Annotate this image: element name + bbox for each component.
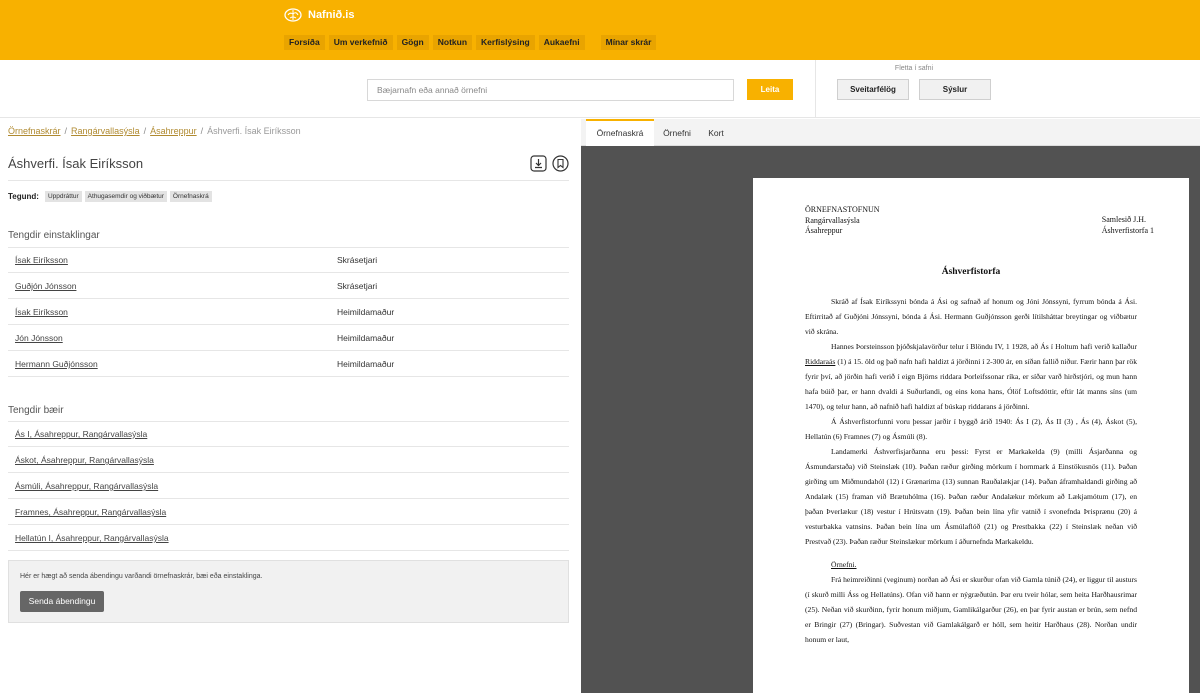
table-row: Framnes, Ásahreppur, Rangárvallasýsla	[8, 499, 569, 525]
table-row: Hellatún I, Ásahreppur, Rangárvallasýsla	[8, 525, 569, 551]
tag-ornefnaskra: Örnefnaskrá	[169, 191, 212, 202]
document-viewer: Örnefnaskrá Örnefni Kort ÖRNEFNASTOFNUN …	[581, 119, 1200, 693]
nav-forsida[interactable]: Forsíða	[284, 35, 325, 50]
browse-label: Fletta í safni	[894, 65, 934, 72]
divider	[8, 180, 569, 181]
doc-paragraph: Hannes Þorsteinsson þjóðskjalavörður tel…	[805, 339, 1137, 414]
table-row: Ísak Eiríksson Skrásetjari	[8, 247, 569, 273]
send-feedback-button[interactable]: Senda ábendingu	[20, 591, 104, 612]
search-area: Bæjarnafn eða annað örnefni Leita Fletta…	[0, 60, 1200, 118]
doc-subheading: Örnefni.	[831, 560, 857, 569]
breadcrumb-current: Áshverfi. Ísak Eiríksson	[207, 126, 301, 136]
doc-text: (1) á 15. öld og það nafn hafi haldizt á…	[805, 357, 1137, 411]
breadcrumb-link[interactable]: Ásahreppur	[150, 126, 197, 136]
feedback-box: Hér er hægt að senda ábendingu varðandi …	[8, 560, 569, 623]
farms-section-title: Tengdir bæir	[8, 405, 64, 416]
tab-kort[interactable]: Kort	[701, 119, 731, 146]
person-role: Heimildamaður	[337, 359, 395, 369]
table-row: Hermann Guðjónsson Heimildamaður	[8, 351, 569, 377]
browse-sveitarfelog-button[interactable]: Sveitarfélög	[837, 79, 909, 100]
nav-notkun[interactable]: Notkun	[432, 35, 473, 50]
person-role: Heimildamaður	[337, 307, 395, 317]
viewer-tabs: Örnefnaskrá Örnefni Kort	[581, 119, 1200, 146]
breadcrumb: Örnefnaskrár / Rangárvallasýsla / Ásahreppur…	[8, 126, 301, 136]
document-title: Áshverfistorfa	[941, 267, 1001, 277]
person-link[interactable]: Ísak Eiríksson	[15, 307, 68, 317]
logo-text: Nafnið.is	[308, 9, 355, 21]
main-nav: Forsíða Um verkefnið Gögn Notkun Kerfisl…	[284, 35, 657, 50]
nav-minar-skrar[interactable]: Mínar skrár	[600, 35, 657, 50]
person-role: Skrásetjari	[337, 255, 378, 265]
brain-logo-icon	[284, 8, 302, 22]
table-row: Ás I, Ásahreppur, Rangárvallasýsla	[8, 421, 569, 447]
document-page[interactable]: ÖRNEFNASTOFNUN Rangárvallasýsla Ásahrepp…	[753, 178, 1189, 693]
doc-head-line: Samlesið J.H.	[1101, 215, 1147, 224]
farm-link[interactable]: Ásmúli, Ásahreppur, Rangárvallasýsla	[15, 481, 158, 491]
person-role: Heimildamaður	[337, 333, 395, 343]
doc-paragraph: Frá heimreiðinni (veginum) norðan að Ási…	[805, 575, 1137, 644]
doc-head-line: Áshverfistorfa 1	[1101, 225, 1154, 235]
tag-athugasemdir: Athugasemdir og viðbætur	[84, 191, 167, 202]
document-header-right: Samlesið J.H. Áshverfistorfa 1	[1102, 215, 1154, 236]
browse-syslur-button[interactable]: Sýslur	[919, 79, 991, 100]
person-link[interactable]: Guðjón Jónsson	[15, 281, 76, 291]
doc-head-line: Rangárvallasýsla	[805, 215, 860, 225]
document-body: Skráð af Ísak Eiríkssyni bónda á Ási og …	[805, 294, 1137, 647]
tag-uppdrattur: Uppdráttur	[44, 191, 82, 202]
top-header: Nafnið.is Forsíða Um verkefnið Gögn Notk…	[0, 0, 1200, 60]
tab-ornefnaskra[interactable]: Örnefnaskrá	[586, 119, 654, 146]
doc-head-line: ÖRNEFNASTOFNUN	[805, 205, 880, 214]
breadcrumb-link[interactable]: Rangárvallasýsla	[71, 126, 140, 136]
nav-gogn[interactable]: Gögn	[396, 35, 429, 50]
farm-link[interactable]: Framnes, Ásahreppur, Rangárvallasýsla	[15, 507, 166, 517]
table-row: Guðjón Jónsson Skrásetjari	[8, 273, 569, 299]
search-button[interactable]: Leita	[747, 79, 793, 100]
tab-ornefni[interactable]: Örnefni	[656, 119, 698, 146]
person-link[interactable]: Ísak Eiríksson	[15, 255, 68, 265]
table-row: Ásmúli, Ásahreppur, Rangárvallasýsla	[8, 473, 569, 499]
page-title: Áshverfi. Ísak Eiríksson	[8, 156, 144, 171]
nav-kerfislysing[interactable]: Kerfislýsing	[476, 35, 535, 50]
breadcrumb-link[interactable]: Örnefnaskrár	[8, 126, 61, 136]
table-row: Áskot, Ásahreppur, Rangárvallasýsla	[8, 447, 569, 473]
doc-paragraph: Á Áshverfistorfunni voru þessar jarðir í…	[805, 417, 1137, 441]
tegund-row: Tegund: Uppdráttur Athugasemdir og viðbæ…	[8, 191, 212, 202]
person-link[interactable]: Hermann Guðjónsson	[15, 359, 98, 369]
search-input[interactable]: Bæjarnafn eða annað örnefni	[367, 79, 734, 101]
logo[interactable]: Nafnið.is	[284, 8, 354, 22]
farm-link[interactable]: Áskot, Ásahreppur, Rangárvallasýsla	[15, 455, 154, 465]
feedback-text: Hér er hægt að senda ábendingu varðandi …	[20, 573, 263, 580]
doc-paragraph: Skráð af Ísak Eiríkssyni bónda á Ási og …	[805, 297, 1137, 336]
person-link[interactable]: Jón Jónsson	[15, 333, 63, 343]
title-actions	[530, 155, 569, 172]
persons-section-title: Tengdir einstaklingar	[8, 230, 100, 241]
table-row: Jón Jónsson Heimildamaður	[8, 325, 569, 351]
nav-aukaefni[interactable]: Aukaefni	[538, 35, 585, 50]
doc-text: Hannes Þorsteinsson þjóðskjalavörður tel…	[831, 342, 1137, 351]
bookmark-icon[interactable]	[552, 155, 569, 172]
farm-link[interactable]: Ás I, Ásahreppur, Rangárvallasýsla	[15, 429, 147, 439]
doc-head-line: Ásahreppur	[805, 226, 843, 235]
person-role: Skrásetjari	[337, 281, 378, 291]
farm-link[interactable]: Hellatún I, Ásahreppur, Rangárvallasýsla	[15, 533, 169, 543]
doc-place-name: Riddaraás	[805, 357, 836, 366]
search-divider	[815, 60, 816, 118]
nav-um-verkefnid[interactable]: Um verkefnið	[328, 35, 393, 50]
doc-paragraph: Landamerki Áshverfisjarðanna eru þessi: …	[805, 447, 1137, 546]
document-header-left: ÖRNEFNASTOFNUN Rangárvallasýsla Ásahrepp…	[805, 205, 880, 237]
table-row: Ísak Eiríksson Heimildamaður	[8, 299, 569, 325]
tegund-label: Tegund:	[8, 192, 39, 201]
download-icon[interactable]	[530, 155, 547, 172]
